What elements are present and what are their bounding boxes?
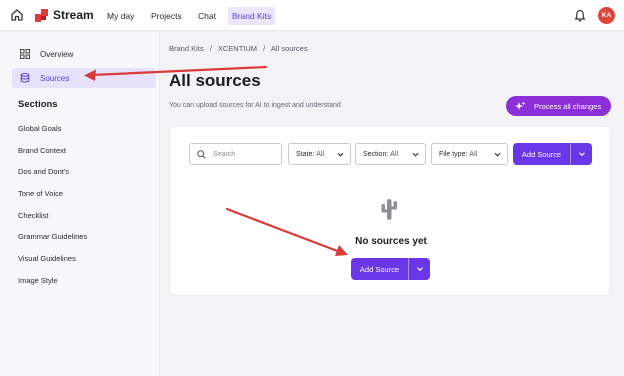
page-title: All sources bbox=[169, 71, 261, 90]
sidebar-item-sources[interactable]: Sources bbox=[12, 68, 156, 88]
home-icon[interactable] bbox=[10, 8, 24, 22]
section-brand-context[interactable]: Brand Context bbox=[18, 146, 66, 155]
empty-state-add-source-dropdown-button[interactable] bbox=[408, 258, 430, 280]
add-source-split-button: Add Source bbox=[513, 143, 592, 165]
section-visual-guidelines[interactable]: Visual Guidelines bbox=[18, 254, 76, 263]
section-filter-label: Section: bbox=[363, 150, 389, 158]
avatar[interactable]: KA bbox=[598, 7, 615, 24]
breadcrumb-separator: / bbox=[263, 44, 266, 53]
state-filter-value: All bbox=[316, 150, 325, 158]
grid-icon bbox=[20, 49, 30, 59]
section-checklist[interactable]: Checklist bbox=[18, 211, 48, 220]
chevron-down-icon bbox=[494, 152, 501, 157]
sections-heading: Sections bbox=[18, 99, 58, 110]
stream-logo-icon bbox=[35, 8, 48, 22]
search-input[interactable]: Search bbox=[189, 143, 282, 165]
sidebar-item-label: Sources bbox=[40, 73, 70, 83]
nav-my-day[interactable]: My day bbox=[103, 7, 138, 25]
breadcrumb-current: All sources bbox=[270, 44, 308, 53]
file-type-filter-value: All bbox=[469, 150, 478, 158]
sidebar-item-overview[interactable]: Overview bbox=[12, 44, 156, 64]
cactus-icon bbox=[381, 199, 397, 220]
section-image-style[interactable]: Image Style bbox=[18, 276, 58, 285]
app-name: Stream bbox=[53, 8, 94, 22]
chevron-down-icon bbox=[337, 152, 344, 157]
breadcrumb: Brand Kits / XCENTIUM / All sources bbox=[169, 44, 312, 53]
empty-state-text: No sources yet bbox=[355, 236, 427, 247]
search-placeholder: Search bbox=[213, 150, 236, 158]
search-icon bbox=[197, 149, 206, 159]
sparkle-icon bbox=[515, 101, 526, 110]
empty-state-add-source-split-button: Add Source bbox=[351, 258, 430, 280]
nav-brand-kits[interactable]: Brand Kits bbox=[228, 7, 276, 25]
sidebar-item-label: Overview bbox=[40, 49, 74, 59]
add-source-dropdown-button[interactable] bbox=[570, 143, 592, 165]
state-filter[interactable]: State: All bbox=[288, 143, 351, 165]
sidebar: Overview Sources Sections Global Goals B… bbox=[0, 32, 160, 376]
empty-state-add-source-button[interactable]: Add Source bbox=[351, 258, 408, 280]
section-tone-of-voice[interactable]: Tone of Voice bbox=[18, 189, 63, 198]
file-type-filter-label: File type: bbox=[439, 150, 468, 158]
bell-icon[interactable] bbox=[574, 9, 586, 22]
section-filter[interactable]: Section: All bbox=[355, 143, 426, 165]
breadcrumb-xcentium[interactable]: XCENTIUM bbox=[218, 44, 257, 53]
app-logo[interactable]: Stream bbox=[35, 7, 94, 23]
chevron-down-icon bbox=[578, 152, 585, 157]
top-bar: Stream My day Projects Chat Brand Kits K… bbox=[0, 0, 624, 31]
state-filter-label: State: bbox=[296, 150, 315, 158]
file-type-filter[interactable]: File type: All bbox=[431, 143, 508, 165]
nav-chat[interactable]: Chat bbox=[194, 7, 220, 25]
breadcrumb-separator: / bbox=[209, 44, 212, 53]
sources-panel: Search State: All Section: All File type… bbox=[169, 126, 611, 296]
add-source-button[interactable]: Add Source bbox=[513, 143, 570, 165]
chevron-down-icon bbox=[412, 152, 419, 157]
breadcrumb-brand-kits[interactable]: Brand Kits bbox=[169, 44, 204, 53]
chevron-down-icon bbox=[416, 267, 423, 272]
page-subtitle: You can upload sources for AI to ingest … bbox=[169, 102, 341, 109]
nav-projects[interactable]: Projects bbox=[147, 7, 186, 25]
process-all-changes-button[interactable]: Process all changes bbox=[506, 96, 611, 116]
section-dos-and-donts[interactable]: Dos and Dont's bbox=[18, 167, 69, 176]
process-all-changes-label: Process all changes bbox=[534, 101, 602, 111]
database-icon bbox=[20, 73, 30, 83]
section-grammar-guidelines[interactable]: Grammar Guidelines bbox=[18, 232, 87, 241]
section-filter-value: All bbox=[390, 150, 399, 158]
section-global-goals[interactable]: Global Goals bbox=[18, 124, 61, 133]
